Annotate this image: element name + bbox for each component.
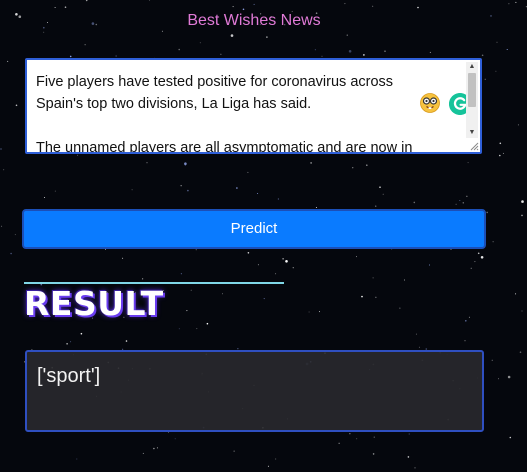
news-input-scrollbar[interactable]: ▲ ▼ xyxy=(466,62,478,138)
scroll-up-arrow-icon[interactable]: ▲ xyxy=(466,62,478,72)
news-text-input[interactable]: Five players have tested positive for co… xyxy=(25,58,482,154)
news-paragraph-1: Five players have tested positive for co… xyxy=(36,74,394,112)
result-heading: RESULT xyxy=(24,284,164,323)
nerd-face-emoji-icon[interactable] xyxy=(420,93,440,113)
predict-button[interactable]: Predict xyxy=(22,209,486,249)
scrollbar-thumb[interactable] xyxy=(468,73,476,107)
news-text-content: Five players have tested positive for co… xyxy=(36,71,436,154)
scroll-down-arrow-icon[interactable]: ▼ xyxy=(466,128,478,138)
resize-grip-icon[interactable] xyxy=(469,141,479,151)
page-title: Best Wishes News xyxy=(187,12,321,29)
result-value: ['sport'] xyxy=(37,365,101,387)
result-output-box: ['sport'] xyxy=(25,350,484,432)
news-paragraph-2: The unnamed players are all asymptomatic… xyxy=(36,140,413,154)
